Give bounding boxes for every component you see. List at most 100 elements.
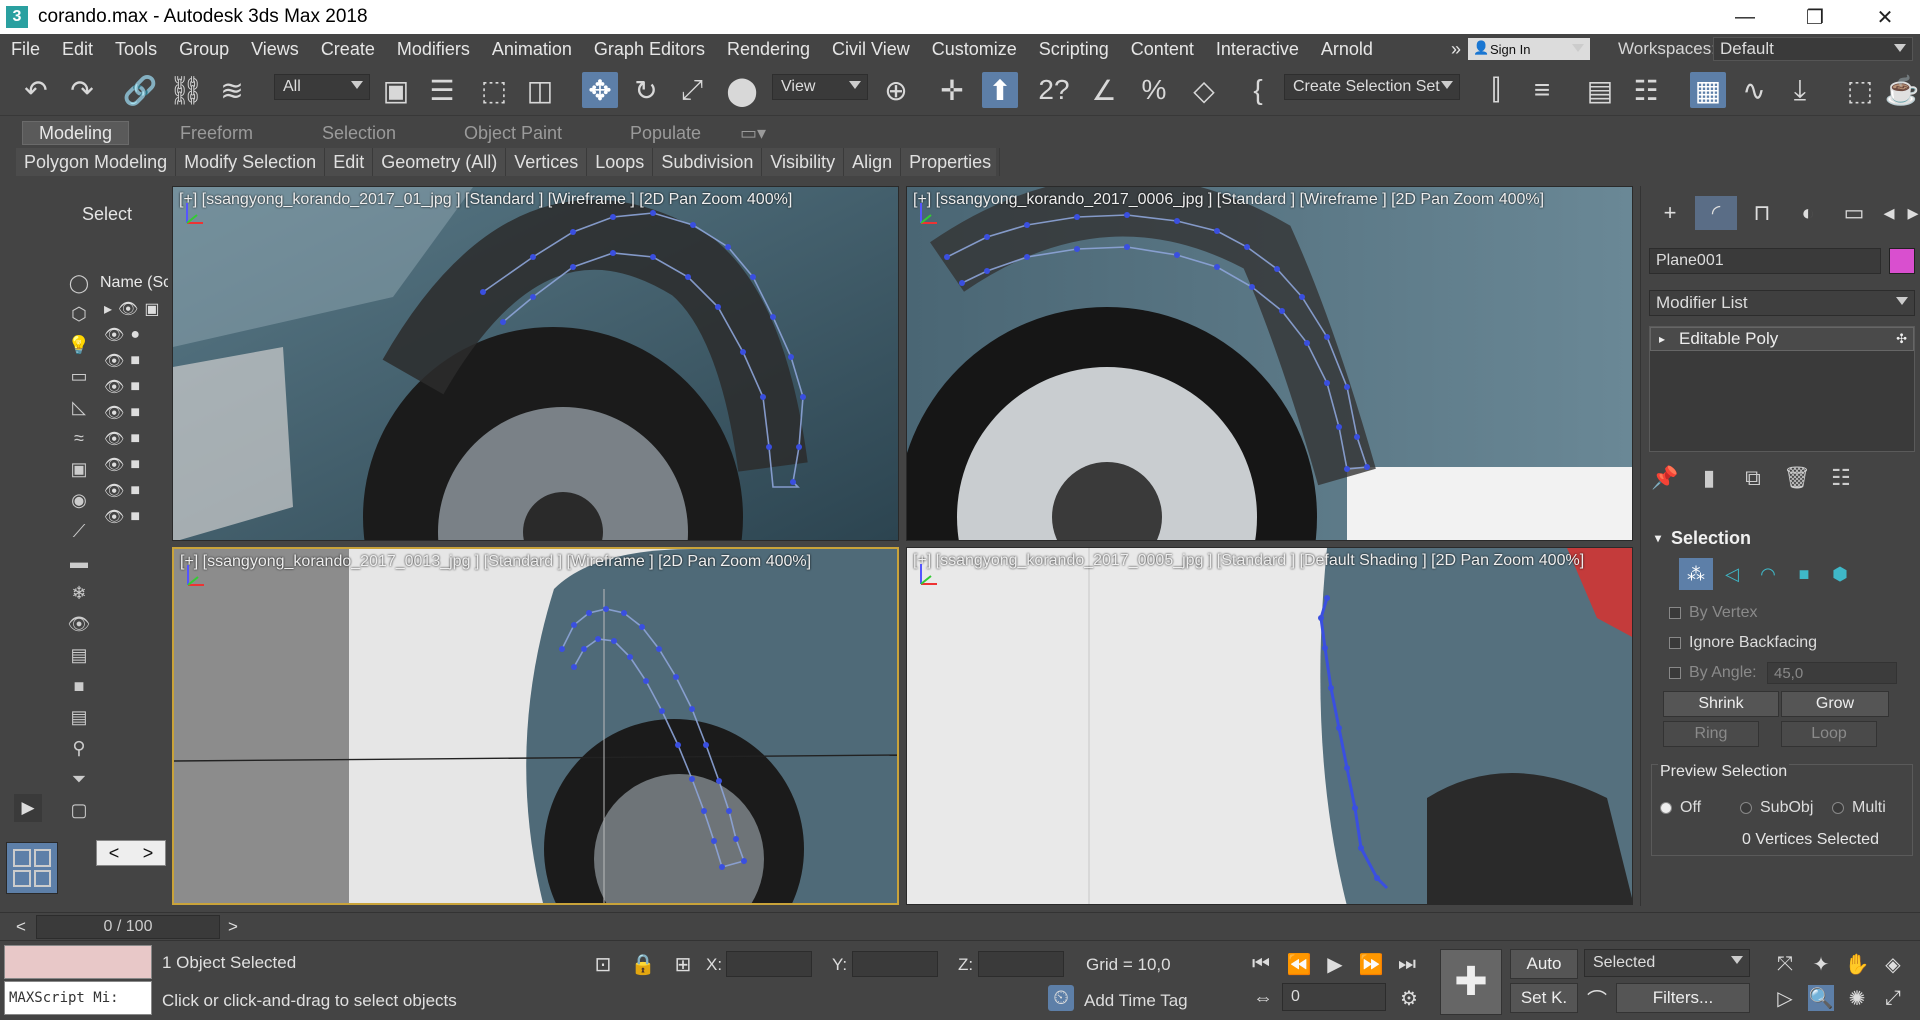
display-xrefs-icon[interactable]: ◉	[66, 487, 92, 513]
keyboard-shortcut-override-icon[interactable]: ⬆	[982, 72, 1018, 108]
angle-snap-icon[interactable]: ∠	[1086, 72, 1122, 108]
snaps-toggle-icon[interactable]: 2?	[1036, 72, 1072, 108]
viewport-top-left[interactable]: [+] [ssangyong_korando_2017_01_jpg ] [St…	[172, 186, 899, 541]
eye-icon[interactable]: 👁	[104, 507, 124, 527]
preview-multi-radio[interactable]: Multi	[1832, 799, 1886, 817]
align-icon[interactable]: ≡	[1524, 72, 1560, 108]
play-icon[interactable]: ▶	[14, 794, 42, 822]
modify-tab-icon[interactable]: ◜	[1695, 196, 1737, 230]
scene-nav-next[interactable]: >	[143, 843, 154, 864]
mirror-icon[interactable]: ⫿	[1478, 72, 1514, 108]
time-slider[interactable]: 0 / 100	[36, 915, 220, 939]
object-name-field[interactable]: Plane001	[1649, 248, 1881, 274]
show-end-result-icon[interactable]: ▮	[1693, 462, 1725, 494]
menu-rendering[interactable]: Rendering	[716, 39, 821, 60]
expand-icon[interactable]: ▸	[1659, 332, 1665, 346]
close-button[interactable]: ✕	[1850, 0, 1920, 34]
redo-icon[interactable]: ↷	[64, 72, 100, 108]
menu-civil-view[interactable]: Civil View	[821, 39, 921, 60]
menu-interactive[interactable]: Interactive	[1205, 39, 1310, 60]
display-none-icon[interactable]: ■	[66, 673, 92, 699]
select-and-place-icon[interactable]: ⬤	[724, 72, 760, 108]
ignore-backfacing-checkbox[interactable]: Ignore Backfacing	[1669, 634, 1817, 652]
filter-icon[interactable]: ⚲	[66, 735, 92, 761]
workspace-select[interactable]: Default	[1713, 37, 1913, 61]
layer-explorer-icon[interactable]: ☷	[1628, 72, 1664, 108]
y-coordinate-field[interactable]	[852, 951, 938, 977]
remove-modifier-icon[interactable]: 🗑	[1781, 462, 1813, 494]
menu-animation[interactable]: Animation	[481, 39, 583, 60]
percent-snap-icon[interactable]: %	[1136, 72, 1172, 108]
eye-icon[interactable]: 👁	[104, 351, 124, 371]
tab-freeform[interactable]: Freeform	[164, 121, 269, 145]
panel-polygon-modeling[interactable]: Polygon Modeling	[16, 148, 177, 176]
list-item[interactable]: 👁 ■	[96, 374, 168, 400]
preview-off-radio[interactable]: Off	[1660, 799, 1701, 817]
lock-icon[interactable]: 🔒	[630, 951, 656, 977]
menu-arnold[interactable]: Arnold	[1310, 39, 1384, 60]
polygon-subobject-icon[interactable]: ■	[1787, 558, 1821, 590]
time-tag-icon[interactable]: ⏲	[1048, 985, 1074, 1011]
rectangular-selection-icon[interactable]: ⬚	[476, 72, 512, 108]
eye-icon[interactable]: 👁	[104, 455, 124, 475]
panel-visibility[interactable]: Visibility	[762, 148, 845, 176]
display-bones-icon[interactable]: ⟋	[66, 518, 92, 544]
play-animation-icon[interactable]: ▶	[1322, 951, 1348, 977]
undo-icon[interactable]: ↶	[18, 72, 54, 108]
field-of-view-icon[interactable]: ◈	[1880, 951, 1906, 977]
menu-graph-editors[interactable]: Graph Editors	[583, 39, 716, 60]
display-all-toggle-icon[interactable]: ▤	[66, 642, 92, 668]
pin-stack-icon[interactable]: 📌	[1649, 462, 1681, 494]
list-item[interactable]: 👁 ■	[96, 452, 168, 478]
display-frozen-icon[interactable]: ❄	[66, 580, 92, 606]
set-key-button[interactable]: Set K.	[1510, 983, 1578, 1013]
modifier-list-select[interactable]: Modifier List	[1649, 290, 1915, 316]
panel-loops[interactable]: Loops	[587, 148, 654, 176]
by-angle-checkbox[interactable]: By Angle:	[1669, 664, 1757, 682]
viewport-bottom-right[interactable]: [+] [ssangyong_korando_2017_0005_jpg ] […	[906, 547, 1633, 905]
arc-rotate-icon[interactable]: ▷	[1772, 985, 1798, 1011]
preview-subobj-radio[interactable]: SubObj	[1740, 799, 1813, 817]
select-and-rotate-icon[interactable]: ↻	[628, 72, 664, 108]
list-item[interactable]: 👁 ■	[96, 504, 168, 530]
display-hidden-icon[interactable]: 👁	[66, 611, 92, 637]
eye-icon[interactable]: 👁	[104, 429, 124, 449]
viewport-label[interactable]: [+] [ssangyong_korando_2017_0006_jpg ] […	[913, 191, 1544, 209]
reference-coordinate-select[interactable]: View	[772, 74, 868, 100]
border-subobject-icon[interactable]: ◠	[1751, 558, 1785, 590]
set-key-icon[interactable]: ✚	[1440, 949, 1502, 1015]
tab-selection[interactable]: Selection	[306, 121, 412, 145]
auto-key-button[interactable]: Auto	[1510, 949, 1578, 979]
list-item[interactable]: 👁 ■	[96, 348, 168, 374]
x-coordinate-field[interactable]	[726, 951, 812, 977]
zoom-region-icon[interactable]: 🔍	[1808, 985, 1834, 1011]
pan-icon[interactable]: ✋	[1844, 951, 1870, 977]
key-filters-button[interactable]: Filters...	[1616, 983, 1750, 1013]
list-item[interactable]: 👁 ■	[96, 426, 168, 452]
unlink-icon[interactable]: ⛓	[168, 72, 204, 108]
isolate-selection-icon[interactable]: ⊡	[590, 951, 616, 977]
configure-modifier-sets-icon[interactable]: ☷	[1825, 462, 1857, 494]
z-coordinate-field[interactable]	[978, 951, 1064, 977]
grow-button[interactable]: Grow	[1781, 691, 1889, 717]
display-all-icon[interactable]: ◯	[66, 270, 92, 296]
panel-vertices[interactable]: Vertices	[506, 148, 588, 176]
select-manipulate-icon[interactable]: ✛	[934, 72, 970, 108]
menu-file[interactable]: File	[0, 39, 51, 60]
panel-align[interactable]: Align	[844, 148, 902, 176]
select-object-icon[interactable]: ▣	[378, 72, 414, 108]
selection-filter-select[interactable]: All	[274, 74, 370, 100]
ribbon-options-icon[interactable]: ▭▾	[734, 121, 772, 145]
list-item[interactable]: 👁 ●	[96, 322, 168, 348]
eye-icon[interactable]: 👁	[104, 377, 124, 397]
menu-edit[interactable]: Edit	[51, 39, 104, 60]
name-column-header[interactable]: Name (Sc	[96, 270, 168, 296]
key-filter-select[interactable]: Selected	[1584, 949, 1750, 977]
edit-named-selection-icon[interactable]: {	[1240, 72, 1276, 108]
link-icon[interactable]: 🔗	[122, 72, 158, 108]
viewport-label[interactable]: [+] [ssangyong_korando_2017_0013_jpg ] […	[180, 553, 811, 571]
current-frame-spinner[interactable]: 0	[1282, 983, 1386, 1011]
make-unique-icon[interactable]: ⧉	[1737, 462, 1769, 494]
tab-modeling[interactable]: Modeling	[22, 121, 130, 145]
display-geometry-icon[interactable]: ⬡	[66, 301, 92, 327]
